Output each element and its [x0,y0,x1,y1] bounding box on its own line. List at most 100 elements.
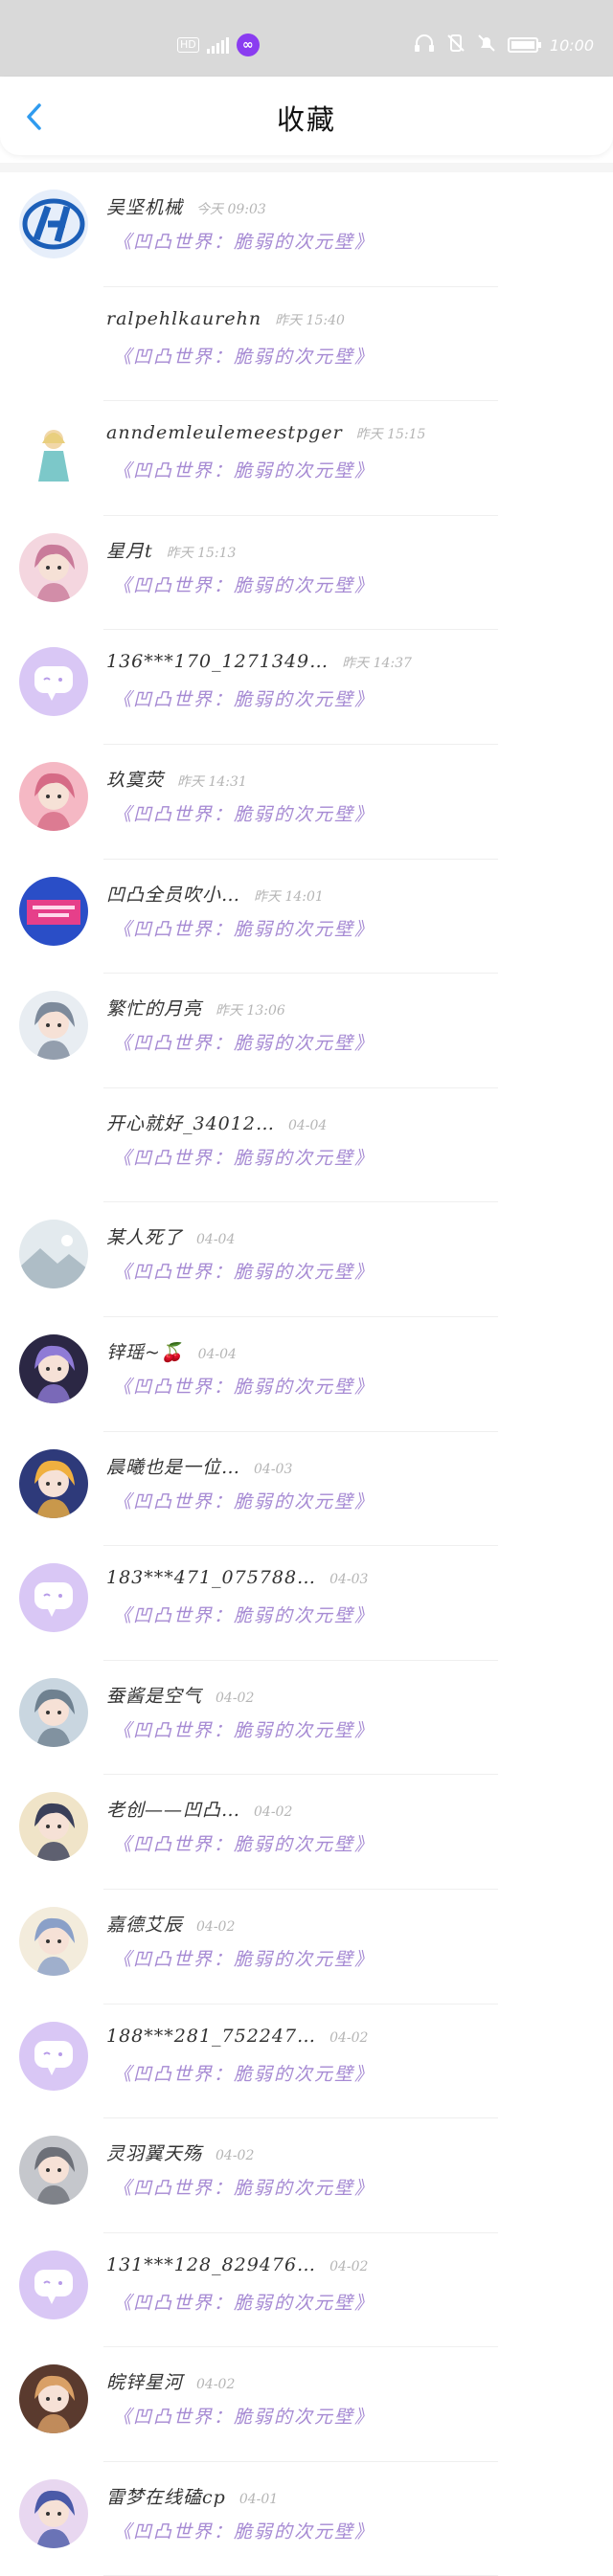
list-item[interactable]: ralpehlkaurehn 昨天 15:40 《凹凸世界：脆弱的次元壁》 [0,287,613,402]
wall-title[interactable]: 《凹凸世界：脆弱的次元壁》 [113,2403,375,2429]
avatar[interactable] [19,2364,88,2434]
list-item[interactable]: 吴坚机械 今天 09:03 《凹凸世界：脆弱的次元壁》 [0,172,613,287]
list-item[interactable]: anndemleulemeestpger 昨天 15:15 《凹凸世界：脆弱的次… [0,401,613,516]
list-item[interactable]: 晨曦也是一位… 04-03 《凹凸世界：脆弱的次元壁》 [0,1432,613,1547]
list-item[interactable]: 136***170_1271349… 昨天 14:37 《凹凸世界：脆弱的次元壁… [0,630,613,745]
user-name[interactable]: 玖寞荧 [106,766,164,792]
wall-title[interactable]: 《凹凸世界：脆弱的次元壁》 [113,2174,375,2200]
list-item[interactable]: 繁忙的月亮 昨天 13:06 《凹凸世界：脆弱的次元壁》 [0,974,613,1088]
name-line: anndemleulemeestpger 昨天 15:15 [106,422,425,443]
favorite-time: 04-04 [197,1346,237,1362]
list-item[interactable]: 凹凸全员吹小… 昨天 14:01 《凹凸世界：脆弱的次元壁》 [0,860,613,974]
user-name[interactable]: 老创——凹凸… [106,1796,240,1822]
wall-title[interactable]: 《凹凸世界：脆弱的次元壁》 [113,1945,375,1971]
list-item[interactable]: 开心就好_34012… 04-04 《凹凸世界：脆弱的次元壁》 [0,1088,613,1203]
avatar[interactable] [19,190,88,258]
wall-title[interactable]: 《凹凸世界：脆弱的次元壁》 [113,1029,375,1055]
status-right: 10:00 [414,33,594,57]
wall-title[interactable]: 《凹凸世界：脆弱的次元壁》 [113,457,375,482]
user-name[interactable]: 183***471_075788… [106,1567,316,1588]
avatar[interactable] [19,1448,88,1518]
wall-title[interactable]: 《凹凸世界：脆弱的次元壁》 [113,915,375,941]
avatar[interactable] [19,1906,88,1976]
avatar[interactable] [19,418,88,488]
favorite-time: 今天 09:03 [196,202,266,217]
user-name[interactable]: 136***170_1271349… [106,651,329,672]
user-name[interactable]: 蚕酱是空气 [106,1682,202,1708]
wall-title[interactable]: 《凹凸世界：脆弱的次元壁》 [113,800,375,826]
user-name[interactable]: 繁忙的月亮 [106,995,202,1020]
avatar[interactable] [19,876,88,946]
favorite-time: 04-04 [196,1232,236,1248]
list-item[interactable]: 雷梦在线磕cp 04-01 《凹凸世界：脆弱的次元壁》 [0,2462,613,2576]
wall-title[interactable]: 《凹凸世界：脆弱的次元壁》 [113,1144,375,1170]
list-item[interactable]: 灵羽翼天殇 04-02 《凹凸世界：脆弱的次元壁》 [0,2118,613,2233]
name-line: 吴坚机械 今天 09:03 [106,193,266,219]
avatar[interactable] [19,2250,88,2319]
avatar[interactable] [19,532,88,602]
user-name[interactable]: anndemleulemeestpger [106,422,343,443]
signal-icon [206,36,229,54]
name-line: 188***281_752247… 04-02 [106,2026,368,2047]
user-name[interactable]: 雷梦在线磕cp [106,2483,226,2509]
status-time: 10:00 [549,35,594,55]
wall-title[interactable]: 《凹凸世界：脆弱的次元壁》 [113,1830,375,1856]
avatar[interactable] [19,1220,88,1289]
avatar[interactable] [19,647,88,717]
wall-title[interactable]: 《凹凸世界：脆弱的次元壁》 [113,1488,375,1513]
wall-title[interactable]: 《凹凸世界：脆弱的次元壁》 [113,343,375,369]
wall-title[interactable]: 《凹凸世界：脆弱的次元壁》 [113,2060,375,2086]
avatar[interactable] [19,2021,88,2091]
name-line: 183***471_075788… 04-03 [106,1567,368,1588]
wall-title[interactable]: 《凹凸世界：脆弱的次元壁》 [113,2518,375,2543]
favorite-time: 昨天 14:01 [254,888,324,905]
user-name[interactable]: 皖锌星河 [106,2368,183,2394]
avatar[interactable] [19,1792,88,1862]
wall-title[interactable]: 《凹凸世界：脆弱的次元壁》 [113,228,375,254]
list-item[interactable]: 某人死了 04-04 《凹凸世界：脆弱的次元壁》 [0,1202,613,1317]
list-item[interactable]: 131***128_829476… 04-02 《凹凸世界：脆弱的次元壁》 [0,2233,613,2348]
avatar[interactable] [19,1677,88,1747]
user-name[interactable]: ralpehlkaurehn [106,308,261,329]
section-divider [0,163,613,172]
name-line: 玖寞荧 昨天 14:31 [106,766,247,792]
user-name[interactable]: 嘉德艾辰 [106,1911,183,1937]
avatar[interactable] [19,761,88,831]
list-item[interactable]: 蚕酱是空气 04-02 《凹凸世界：脆弱的次元壁》 [0,1661,613,1776]
user-name[interactable]: 锌瑶~🍒 [106,1338,185,1364]
user-name[interactable]: 188***281_752247… [106,2026,316,2047]
wall-title[interactable]: 《凹凸世界：脆弱的次元壁》 [113,571,375,597]
purple-link-icon: ∞ [236,34,260,56]
wall-title[interactable]: 《凹凸世界：脆弱的次元壁》 [113,1373,375,1399]
list-item[interactable]: 皖锌星河 04-02 《凹凸世界：脆弱的次元壁》 [0,2347,613,2462]
list-item[interactable]: 玖寞荧 昨天 14:31 《凹凸世界：脆弱的次元壁》 [0,745,613,860]
user-name[interactable]: 开心就好_34012… [106,1109,275,1135]
list-item[interactable]: 188***281_752247… 04-02 《凹凸世界：脆弱的次元壁》 [0,2005,613,2119]
list-item[interactable]: 嘉德艾辰 04-02 《凹凸世界：脆弱的次元壁》 [0,1890,613,2005]
avatar[interactable] [19,1563,88,1633]
nav-bar: 收藏 [0,77,613,155]
user-name[interactable]: 吴坚机械 [106,193,183,219]
battery-icon [507,37,541,53]
avatar[interactable] [19,2136,88,2206]
wall-title[interactable]: 《凹凸世界：脆弱的次元壁》 [113,685,375,711]
wall-title[interactable]: 《凹凸世界：脆弱的次元壁》 [113,1716,375,1742]
user-name[interactable]: 星月t [106,537,153,563]
user-name[interactable]: 灵羽翼天殇 [106,2139,202,2165]
name-line: 皖锌星河 04-02 [106,2368,235,2394]
user-name[interactable]: 某人死了 [106,1223,183,1249]
list-item[interactable]: 锌瑶~🍒 04-04 《凹凸世界：脆弱的次元壁》 [0,1317,613,1432]
avatar[interactable] [19,1333,88,1403]
user-name[interactable]: 131***128_829476… [106,2254,316,2275]
user-name[interactable]: 晨曦也是一位… [106,1453,240,1479]
list-item[interactable]: 老创——凹凸… 04-02 《凹凸世界：脆弱的次元壁》 [0,1775,613,1890]
avatar[interactable] [19,991,88,1061]
wall-title[interactable]: 《凹凸世界：脆弱的次元壁》 [113,1258,375,1284]
wall-title[interactable]: 《凹凸世界：脆弱的次元壁》 [113,1602,375,1627]
wall-title[interactable]: 《凹凸世界：脆弱的次元壁》 [113,2289,375,2315]
list-item[interactable]: 183***471_075788… 04-03 《凹凸世界：脆弱的次元壁》 [0,1546,613,1661]
list-item[interactable]: 星月t 昨天 15:13 《凹凸世界：脆弱的次元壁》 [0,516,613,631]
favorite-time: 04-02 [329,2029,369,2046]
avatar[interactable] [19,2478,88,2548]
user-name[interactable]: 凹凸全员吹小… [106,881,240,907]
